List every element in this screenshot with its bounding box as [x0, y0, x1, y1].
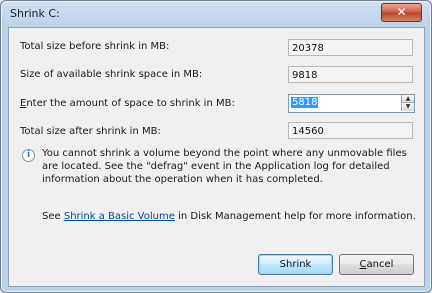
shrink-amount-stepper[interactable]: 5818 ▲ ▼ [288, 94, 415, 113]
shrink-amount-label-text: nter the amount of space to shrink in MB… [26, 98, 235, 109]
shrink-amount-label: Enter the amount of space to shrink in M… [20, 98, 235, 109]
cancel-label-text: ancel [366, 259, 394, 270]
title-bar[interactable]: Shrink C: ✕ [1, 1, 431, 27]
info-message: You cannot shrink a volume beyond the po… [42, 148, 407, 185]
close-button[interactable]: ✕ [381, 3, 422, 22]
stepper-down-button[interactable]: ▼ [401, 103, 414, 111]
dialog-body: Total size before shrink in MB: 20378 Si… [8, 27, 425, 287]
cancel-button[interactable]: Cancel [339, 254, 414, 275]
shrink-amount-input[interactable]: 5818 [291, 97, 396, 110]
total-before-value: 20378 [288, 39, 413, 56]
stepper-buttons: ▲ ▼ [401, 95, 414, 112]
help-link[interactable]: Shrink a Basic Volume [64, 211, 175, 222]
total-before-label: Total size before shrink in MB: [20, 41, 170, 52]
help-prefix: See [42, 211, 64, 222]
available-shrink-label: Size of available shrink space in MB: [20, 69, 203, 80]
available-shrink-value: 9818 [288, 66, 413, 83]
stepper-up-button[interactable]: ▲ [401, 95, 414, 103]
info-icon: i [22, 149, 35, 162]
help-text: See Shrink a Basic Volume in Disk Manage… [42, 211, 416, 222]
shrink-amount-selected-text: 5818 [291, 97, 319, 108]
window-title: Shrink C: [10, 7, 60, 20]
chevron-down-icon: ▼ [405, 103, 411, 110]
total-after-value: 14560 [288, 122, 413, 139]
close-icon: ✕ [396, 5, 407, 19]
chevron-up-icon: ▲ [405, 95, 411, 102]
shrink-dialog: Shrink C: ✕ Total size before shrink in … [0, 0, 432, 293]
help-suffix: in Disk Management help for more informa… [174, 211, 416, 222]
cancel-accesskey: C [359, 259, 367, 270]
shrink-button[interactable]: Shrink [258, 254, 333, 275]
total-after-label: Total size after shrink in MB: [20, 126, 161, 137]
